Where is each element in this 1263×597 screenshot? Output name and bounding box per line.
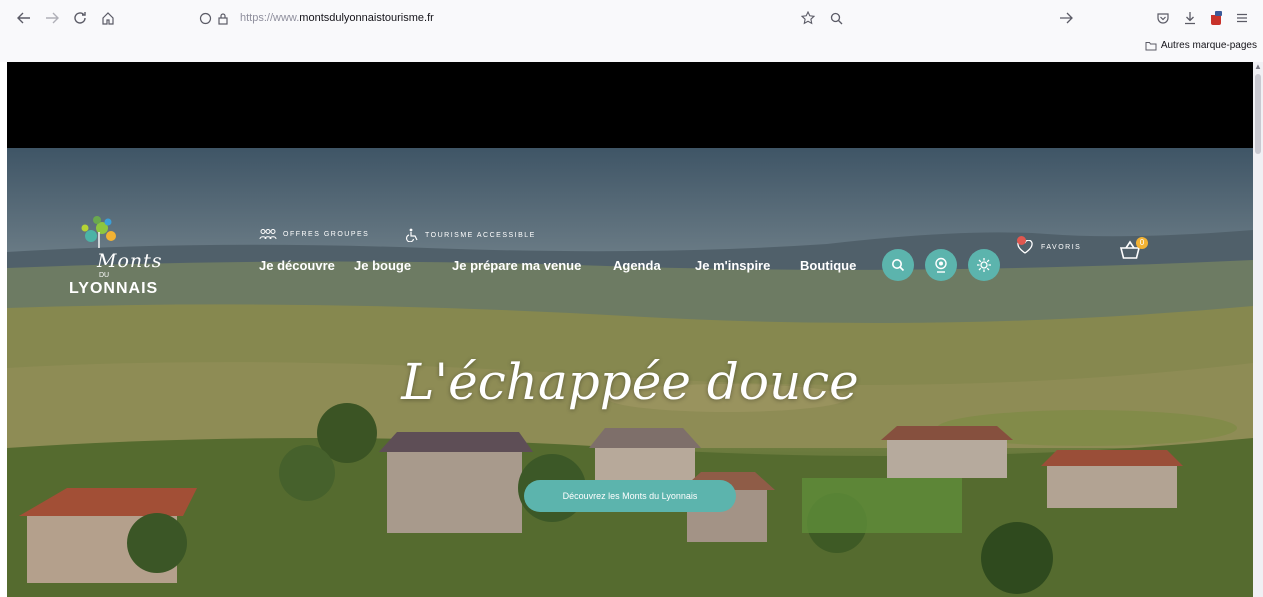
url-domain: montsdulyonnaistourisme.fr [299, 12, 434, 24]
hero-headline: L'échappée douce [401, 353, 859, 411]
weather-button[interactable] [968, 249, 1000, 281]
favorites-label: FAVORIS [1041, 243, 1082, 251]
wheelchair-icon [405, 228, 418, 242]
accessible-tourism-link[interactable]: TOURISME ACCESSIBLE [405, 228, 536, 242]
page-viewport: Monts DU LYONNAIS OFFRES GROUPES TOURISM… [7, 62, 1253, 597]
extension-icon [1211, 11, 1222, 25]
logo-du-text: DU [99, 272, 110, 279]
logo-script-text: Monts [97, 250, 163, 272]
group-offers-label: OFFRES GROUPES [283, 230, 370, 238]
star-icon [801, 11, 815, 25]
browser-toolbar: https://www.montsdulyonnaistourisme.fr A… [0, 0, 1263, 62]
search-icon [830, 12, 843, 24]
group-icon [259, 229, 277, 240]
tree-leaves-logo-icon [81, 216, 116, 248]
search-icon [892, 259, 905, 272]
reload-button[interactable] [70, 8, 90, 28]
arrow-left-icon [17, 12, 30, 24]
weather-sun-icon [977, 258, 991, 272]
pocket-button[interactable] [1153, 8, 1173, 28]
nav-je-prepare-ma-venue[interactable]: Je prépare ma venue [452, 258, 581, 273]
app-menu-button[interactable] [1232, 8, 1252, 28]
nav-je-decouvre[interactable]: Je découvre [259, 258, 335, 273]
arrow-right-icon [1060, 12, 1073, 24]
logo-name-text: LYONNAIS [69, 280, 159, 297]
back-button[interactable] [14, 8, 34, 28]
hamburger-menu-icon [1237, 13, 1247, 23]
accessible-tourism-label: TOURISME ACCESSIBLE [425, 231, 536, 239]
home-button[interactable] [98, 8, 118, 28]
download-icon [1185, 12, 1195, 25]
lock-icon[interactable] [214, 9, 232, 27]
arrow-right-icon [46, 12, 59, 24]
forward-button[interactable] [42, 8, 62, 28]
scrollbar-thumb[interactable] [1255, 74, 1261, 154]
pocket-icon [1157, 13, 1169, 24]
other-bookmarks-label: Autres marque-pages [1160, 40, 1257, 51]
webcam-icon [935, 257, 947, 273]
favorites-link[interactable]: FAVORIS [1017, 240, 1081, 254]
extension-button[interactable] [1206, 8, 1226, 28]
other-bookmarks-folder[interactable]: Autres marque-pages [1145, 40, 1257, 51]
cart-count-badge: 0 [1136, 237, 1148, 249]
group-offers-link[interactable]: OFFRES GROUPES [259, 228, 369, 240]
favorites-count-badge [1017, 236, 1026, 245]
tracking-protection-icon[interactable] [196, 9, 214, 27]
nav-je-bouge[interactable]: Je bouge [354, 258, 411, 273]
url-text: https://www.montsdulyonnaistourisme.fr [240, 12, 434, 24]
nav-boutique[interactable]: Boutique [800, 258, 856, 273]
url-prefix: https://www. [240, 12, 300, 24]
address-bar[interactable]: https://www.montsdulyonnaistourisme.fr [196, 6, 776, 30]
bookmark-star-button[interactable] [798, 8, 818, 28]
nav-je-minspire[interactable]: Je m'inspire [695, 258, 770, 273]
search-bar[interactable] [830, 6, 1078, 30]
hero-landscape-image: Monts DU LYONNAIS OFFRES GROUPES TOURISM… [7, 148, 1253, 597]
downloads-button[interactable] [1180, 8, 1200, 28]
scroll-up-icon[interactable]: ▲ [1254, 62, 1262, 72]
discover-cta-button[interactable]: Découvrez les Monts du Lyonnais [524, 480, 736, 512]
home-icon [102, 12, 114, 25]
search-go-button[interactable] [1056, 8, 1076, 28]
webcam-button[interactable] [925, 249, 957, 281]
nav-agenda[interactable]: Agenda [613, 258, 661, 273]
reload-icon [74, 12, 86, 24]
folder-icon [1145, 41, 1157, 50]
site-logo[interactable]: Monts DU LYONNAIS [69, 212, 179, 297]
site-search-button[interactable] [882, 249, 914, 281]
